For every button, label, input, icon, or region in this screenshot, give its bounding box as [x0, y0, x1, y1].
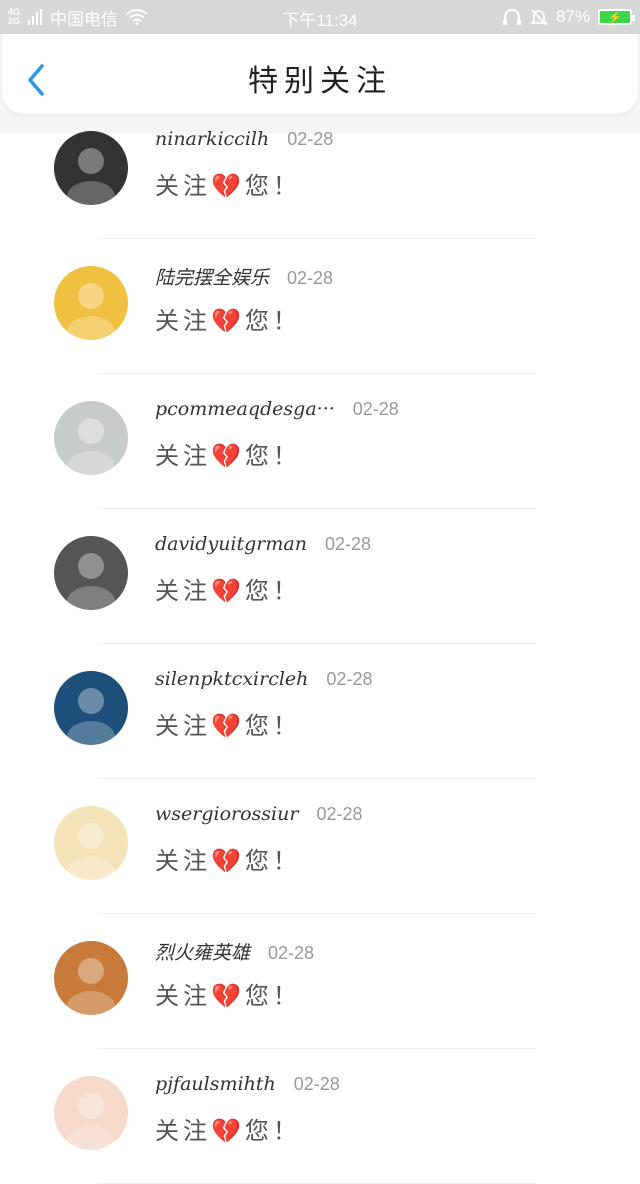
- follow-date: 02-28: [316, 804, 363, 824]
- user-name-text: silenpktcxircleh: [155, 668, 309, 690]
- avatar[interactable]: [54, 266, 128, 340]
- list-item[interactable]: pjfaulsmihth 02-28 关注💔您！: [0, 1049, 640, 1184]
- follow-date: 02-28: [287, 129, 334, 149]
- header-card: 特别关注: [2, 34, 638, 114]
- battery-icon: ⚡: [598, 9, 635, 25]
- avatar-image-icon: [67, 1093, 115, 1150]
- avatar[interactable]: [54, 536, 128, 610]
- avatar[interactable]: [54, 806, 128, 880]
- follow-message: 关注💔您！: [155, 712, 301, 740]
- follow-date: 02-28: [268, 943, 315, 963]
- user-name-text: wsergiorossiur: [155, 803, 299, 825]
- status-bar: 4G 2G 中国电信 下午11:34 87% ⚡: [0, 0, 640, 34]
- follow-message: 关注💔您！: [155, 1117, 301, 1145]
- user-name: 烈火雍英雄 02-28: [155, 938, 314, 965]
- avatar-image-icon: [67, 283, 115, 340]
- avatar-image-icon: [67, 148, 115, 205]
- list-item[interactable]: 烈火雍英雄 02-28 关注💔您！: [0, 914, 640, 1049]
- follow-date: 02-28: [352, 399, 399, 419]
- avatar-image-icon: [67, 418, 115, 475]
- user-name-text: 烈火雍英雄: [155, 942, 251, 964]
- list-item[interactable]: silenpktcxircleh 02-28 关注💔您！: [0, 644, 640, 779]
- follow-date: 02-28: [293, 1074, 340, 1094]
- follow-message: 关注💔您！: [155, 847, 301, 875]
- avatar-image-icon: [67, 823, 115, 880]
- list-item[interactable]: davidyuitgrman 02-28 关注💔您！: [0, 509, 640, 644]
- avatar[interactable]: [54, 401, 128, 475]
- list-item[interactable]: 陆完摆全娱乐 02-28 关注💔您！: [0, 239, 640, 374]
- user-name: silenpktcxircleh 02-28: [155, 668, 372, 690]
- avatar-image-icon: [67, 958, 115, 1015]
- follow-message: 关注💔您！: [155, 442, 301, 470]
- avatar[interactable]: [54, 671, 128, 745]
- avatar[interactable]: [54, 941, 128, 1015]
- follow-date: 02-28: [324, 534, 372, 554]
- user-name: pcommeaqdesga··· 02-28: [155, 398, 399, 420]
- mute-bell-icon: [529, 9, 548, 26]
- page-title: 特别关注: [248, 64, 392, 99]
- user-name-text: pcommeaqdesga···: [155, 398, 335, 420]
- avatar-image-icon: [67, 688, 115, 745]
- user-name-text: 陆完摆全娱乐: [155, 267, 270, 289]
- follow-message: 关注💔您！: [155, 172, 301, 200]
- user-name: pjfaulsmihth 02-28: [155, 1073, 340, 1095]
- avatar-image-icon: [67, 553, 115, 610]
- user-name-text: davidyuitgrman: [155, 533, 307, 555]
- follow-message: 关注💔您！: [155, 982, 301, 1010]
- list-item[interactable]: wsergiorossiur 02-28 关注💔您！: [0, 779, 640, 914]
- follow-date: 02-28: [287, 268, 334, 288]
- user-name-text: ninarkiccilh: [155, 128, 270, 150]
- user-name: davidyuitgrman 02-28: [155, 533, 371, 555]
- user-name: 陆完摆全娱乐 02-28: [155, 263, 333, 290]
- list-item[interactable]: ninarkiccilh 02-28 关注💔您！: [0, 104, 640, 239]
- list-item[interactable]: pcommeaqdesga··· 02-28 关注💔您！: [0, 374, 640, 509]
- avatar[interactable]: [54, 1076, 128, 1150]
- status-right: 87% ⚡: [502, 0, 635, 34]
- follow-message: 关注💔您！: [155, 577, 301, 605]
- follow-message: 关注💔您！: [155, 307, 301, 335]
- avatar[interactable]: [54, 131, 128, 205]
- follow-date: 02-28: [326, 669, 373, 689]
- user-name-text: pjfaulsmihth: [155, 1073, 276, 1095]
- user-name: ninarkiccilh 02-28: [155, 128, 333, 150]
- battery-percent: 87%: [555, 7, 590, 26]
- user-name: wsergiorossiur 02-28: [155, 803, 362, 825]
- headphones-icon: [502, 9, 521, 25]
